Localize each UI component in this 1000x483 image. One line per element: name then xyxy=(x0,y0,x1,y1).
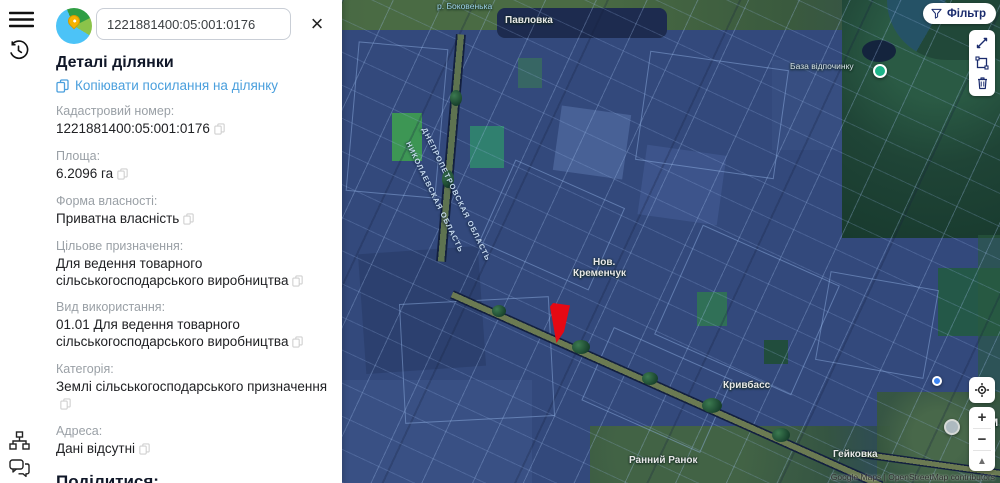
map-parcel-outline xyxy=(345,41,449,199)
panel-content: × Деталі ділянки Копіювати посилання на … xyxy=(56,8,334,483)
filter-button[interactable]: Фільтр xyxy=(922,3,996,24)
chat-icon[interactable] xyxy=(9,459,30,483)
compass-north-button[interactable]: ▲ xyxy=(969,451,995,471)
field-label: Цільове призначення: xyxy=(56,238,184,253)
map-attribution: Google Maps | OpenStreetMap contributors xyxy=(830,472,995,482)
map-trees xyxy=(492,305,506,317)
field-usage-type: Вид використання: 01.01 Для ведення това… xyxy=(56,300,334,351)
field-category: Категорія: Землі сільськогосподарського … xyxy=(56,362,334,413)
field-label: Адреса: xyxy=(56,423,103,438)
field-label: Площа: xyxy=(56,148,101,163)
draw-area-icon xyxy=(975,56,989,70)
map-trees xyxy=(642,372,658,385)
map-label-settlement: Нов. xyxy=(593,257,616,268)
field-value-text: 1221881400:05:001:0176 xyxy=(56,121,210,136)
locate-target-icon xyxy=(975,383,989,397)
map-trees xyxy=(572,340,590,354)
draw-tools-panel xyxy=(969,30,995,96)
field-area: Площа: 6.2096 га xyxy=(56,149,334,183)
map-parcel-outline xyxy=(635,50,789,180)
filter-funnel-icon xyxy=(931,8,942,19)
measure-icon xyxy=(976,37,988,49)
field-value: 01.01 Для ведення товарного сільськогосп… xyxy=(56,317,334,351)
field-label: Вид використання: xyxy=(56,300,166,315)
map-pin-icon xyxy=(65,12,83,30)
parcel-details-panel: × Деталі ділянки Копіювати посилання на … xyxy=(0,0,342,483)
poi-marker-blue[interactable] xyxy=(932,376,942,386)
copy-icon[interactable] xyxy=(292,336,304,348)
field-value: Дані відсутні xyxy=(56,441,334,458)
field-value: 1221881400:05:001:0176 xyxy=(56,121,334,138)
menu-icon[interactable] xyxy=(8,11,35,33)
field-label: Категорія: xyxy=(56,362,114,377)
map-label-settlement: Гейковка xyxy=(833,449,878,460)
map-trees xyxy=(772,428,790,442)
copy-icon[interactable] xyxy=(214,123,225,135)
cadastral-map-app: р. Боковенька Павловка База відпочинку Д… xyxy=(0,0,1000,483)
field-value-text: Для ведення товарного сільськогосподарсь… xyxy=(56,255,289,288)
field-address: Адреса: Дані відсутні xyxy=(56,424,334,458)
field-cadastral-number: Кадастровий номер: 1221881400:05:001:017… xyxy=(56,104,334,138)
copy-icon[interactable] xyxy=(60,398,71,410)
copy-icon[interactable] xyxy=(117,168,128,180)
my-location-button[interactable] xyxy=(969,377,995,403)
zoom-out-button[interactable]: − xyxy=(969,429,995,450)
field-designated-purpose: Цільове призначення: Для ведення товарно… xyxy=(56,239,334,290)
copy-parcel-link-label: Копіювати посилання на ділянку xyxy=(75,78,279,93)
copy-icon xyxy=(56,78,69,93)
field-value: 6.2096 га xyxy=(56,166,334,183)
draw-area-button[interactable] xyxy=(970,53,994,73)
copy-parcel-link[interactable]: Копіювати посилання на ділянку xyxy=(56,78,334,93)
map-label-settlement: Ранний Ранок xyxy=(629,455,698,466)
field-label: Кадастровий номер: xyxy=(56,104,175,118)
cadastral-search-input[interactable] xyxy=(96,8,291,40)
map-parcel-outline xyxy=(815,271,939,379)
copy-icon[interactable] xyxy=(183,213,195,225)
panel-header: × xyxy=(56,8,334,44)
copy-icon[interactable] xyxy=(292,274,304,287)
measure-distance-button[interactable] xyxy=(970,33,994,53)
copy-icon[interactable] xyxy=(139,443,150,455)
map-parcel-outline xyxy=(398,296,556,424)
map-label-settlement: Павловка xyxy=(505,15,553,26)
field-ownership: Форма власності: Приватна власність xyxy=(56,194,334,228)
field-value-text: 6.2096 га xyxy=(56,165,114,181)
field-value-text: Приватна власність xyxy=(56,210,180,226)
delete-drawing-button[interactable] xyxy=(970,73,994,93)
app-logo[interactable] xyxy=(56,8,92,44)
panel-title: Деталі ділянки xyxy=(56,54,174,71)
field-value-text: Дані відсутні xyxy=(56,440,136,456)
map-label-settlement: Кременчук xyxy=(573,268,627,279)
map-label-poi: База відпочинку xyxy=(790,61,854,71)
zoom-in-button[interactable]: + xyxy=(969,407,995,428)
filter-button-label: Фільтр xyxy=(946,7,986,20)
map-label-river: р. Боковенька xyxy=(437,1,493,11)
field-value: Для ведення товарного сільськогосподарсь… xyxy=(56,256,334,290)
field-label: Форма власності: xyxy=(56,193,158,208)
map-label-settlement: Кривбасс xyxy=(723,380,771,391)
field-value-text: Землі сільськогосподарського призначення xyxy=(56,379,328,395)
history-icon[interactable] xyxy=(8,40,29,66)
field-value: Землі сільськогосподарського призначення xyxy=(56,379,334,413)
share-section-title: Поділитися: xyxy=(56,471,159,483)
close-panel-button[interactable]: × xyxy=(305,12,329,36)
zoom-controls: + − ▲ xyxy=(969,407,995,471)
map-trees xyxy=(702,398,722,413)
field-value-text: 01.01 Для ведення товарного сільськогосп… xyxy=(56,317,289,350)
field-value: Приватна власність xyxy=(56,211,334,228)
sitemap-icon[interactable] xyxy=(9,431,30,456)
poi-marker-green[interactable] xyxy=(873,64,887,78)
trash-icon xyxy=(977,77,987,90)
map-canvas[interactable]: р. Боковенька Павловка База відпочинку Д… xyxy=(342,0,1000,483)
map-trees xyxy=(450,90,462,106)
poi-marker-grey xyxy=(944,419,960,435)
